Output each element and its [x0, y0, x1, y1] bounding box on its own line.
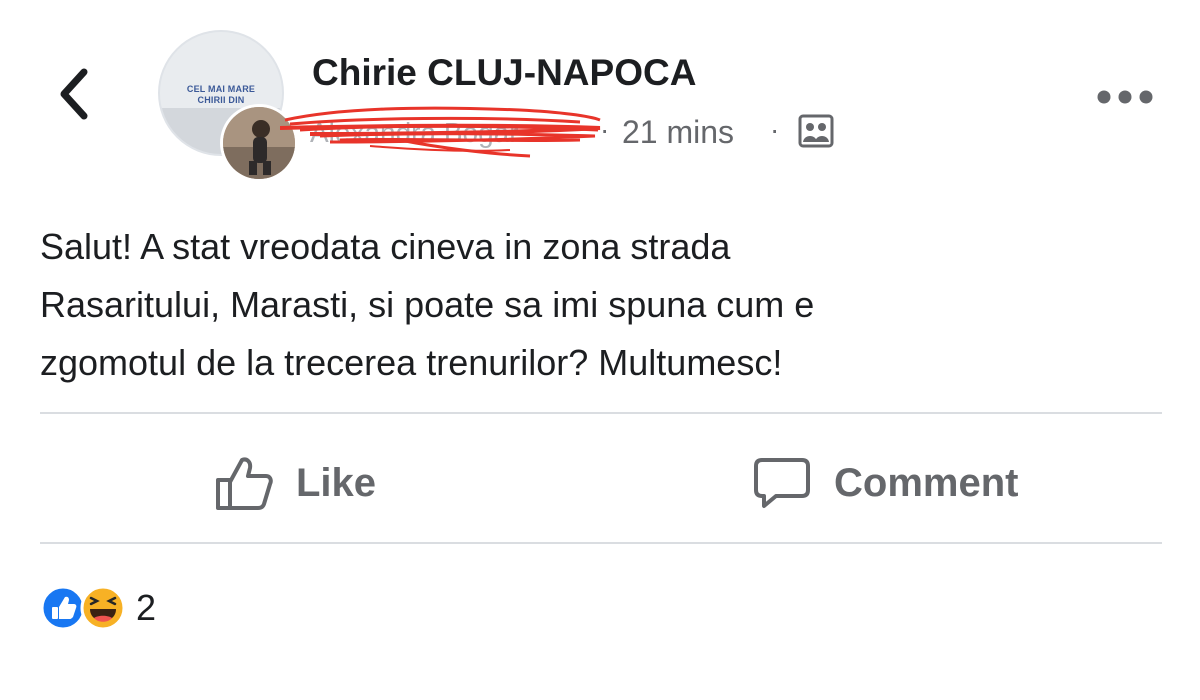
comment-label: Comment [834, 460, 1019, 505]
more-dots-icon [1097, 90, 1153, 104]
more-options-button[interactable] [1096, 88, 1154, 106]
group-name-link[interactable]: Chirie CLUJ-NAPOCA [312, 52, 696, 94]
group-icon [798, 114, 834, 153]
divider-top [40, 412, 1162, 414]
comment-bubble-icon [754, 458, 810, 508]
reaction-count: 2 [136, 587, 157, 628]
group-avatar-text-line1: CEL MAI MARE [186, 84, 256, 94]
post-time[interactable]: 21 mins [622, 114, 734, 151]
thumbs-up-icon [216, 457, 273, 510]
like-button[interactable]: Like [214, 448, 376, 518]
divider-bottom [40, 542, 1162, 544]
meta-separator-2: · [770, 114, 780, 145]
redaction-scribble [280, 106, 601, 158]
post-avatars: CEL MAI MARE CHIRII DIN [158, 30, 298, 182]
meta-separator: · [600, 114, 610, 145]
chevron-left-icon [60, 68, 88, 120]
reactions-summary[interactable]: 2 [40, 585, 156, 631]
comment-button[interactable]: Comment [752, 448, 1018, 518]
post-meta: Alexandra Bogar · 21 mins · [280, 106, 860, 158]
back-button[interactable] [52, 62, 96, 126]
like-label: Like [296, 460, 377, 505]
haha-reaction-icon [80, 585, 126, 631]
post-text: Salut! A stat vreodata cineva in zona st… [40, 226, 815, 383]
